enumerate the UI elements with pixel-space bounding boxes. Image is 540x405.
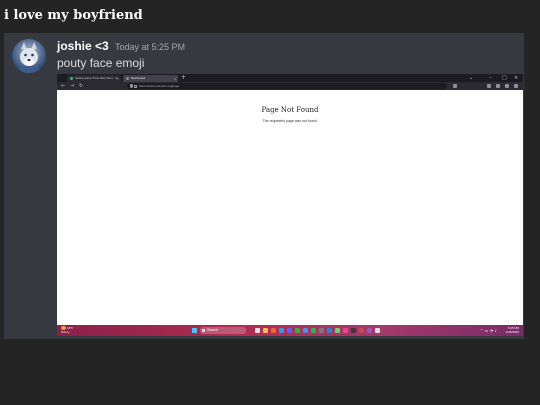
maximize-icon: □ [502,75,507,81]
steam-icon [327,328,332,333]
account-icon [505,84,509,88]
menu-icon [514,84,518,88]
bookmark-icon [453,84,457,88]
settings-icon [319,328,324,333]
app-icon [295,328,300,333]
browser-tab: Series (Hour Time Mix) Sent · D × [67,75,121,82]
page-not-found-message: The requested page was not found. [262,119,318,123]
message-text: pouty face emoji [57,56,145,70]
extensions-icon [496,84,500,88]
attached-screenshot[interactable]: Series (Hour Time Mix) Sent · D × Not Fo… [57,74,523,336]
app-icon [303,328,308,333]
browser-tab-label: Not Found [131,76,146,80]
lock-icon [134,85,137,88]
minimize-icon: – [489,75,492,81]
system-clock: 5:25 PM 1/26/2024 [506,326,519,334]
weather-widget: 18°F Sunny [61,326,73,334]
avatar[interactable] [12,39,46,73]
taskbar-search-placeholder: Search [207,328,219,332]
new-tab-button: + [181,74,187,81]
wolf-avatar-icon [17,42,41,73]
system-tray-icons: ⌃ ▭ ◔ ♪ [480,328,497,333]
task-view-icon [255,328,260,333]
discord-icon [287,328,292,333]
terminal-icon [351,328,356,333]
firefox-icon [271,328,276,333]
app-icon [343,328,348,333]
favicon-icon [126,77,129,80]
app-icon [335,328,340,333]
chevron-down-icon: ⌄ [469,75,474,81]
file-explorer-icon [263,328,268,333]
shield-icon [130,84,133,88]
address-bar: https://www.example.org/page [127,83,447,89]
windows-start-icon [192,328,197,333]
clock-date: 1/26/2024 [505,330,519,334]
browser-nav-bar: ← → ↻ https://www.example.org/page [57,82,523,90]
weather-description: Sunny [61,330,70,335]
taskbar-search: Search [200,327,246,334]
app-icon [367,328,372,333]
close-icon: × [116,76,119,81]
address-bar-url: https://www.example.org/page [139,84,180,88]
browser-tab-label: Series (Hour Time Mix) Sent · D [75,76,118,80]
favicon-icon [70,77,73,80]
post-title: i love my boyfriend [4,8,143,23]
app-icon [375,328,380,333]
reload-icon: ↻ [79,83,84,89]
browser-tab-active: Not Found × [123,75,178,82]
search-icon [202,329,205,332]
spotify-icon [311,328,316,333]
chat-message: joshie <3 Today at 5:25 PM pouty face em… [4,33,524,339]
app-icon [359,328,364,333]
message-timestamp: Today at 5:25 PM [115,42,186,52]
mail-icon [279,328,284,333]
close-icon: × [514,75,519,81]
pocket-icon [487,84,491,88]
forward-icon: → [70,83,75,89]
message-author[interactable]: joshie <3 [57,39,109,53]
windows-taskbar: 18°F Sunny Search ⌃ ▭ ◔ ♪ 5:25 PM 1/26/2… [57,325,523,336]
close-icon: × [173,76,176,81]
page-not-found-heading: Page Not Found [261,106,319,114]
browser-tab-bar: Series (Hour Time Mix) Sent · D × Not Fo… [57,74,523,82]
back-icon: ← [61,83,66,89]
